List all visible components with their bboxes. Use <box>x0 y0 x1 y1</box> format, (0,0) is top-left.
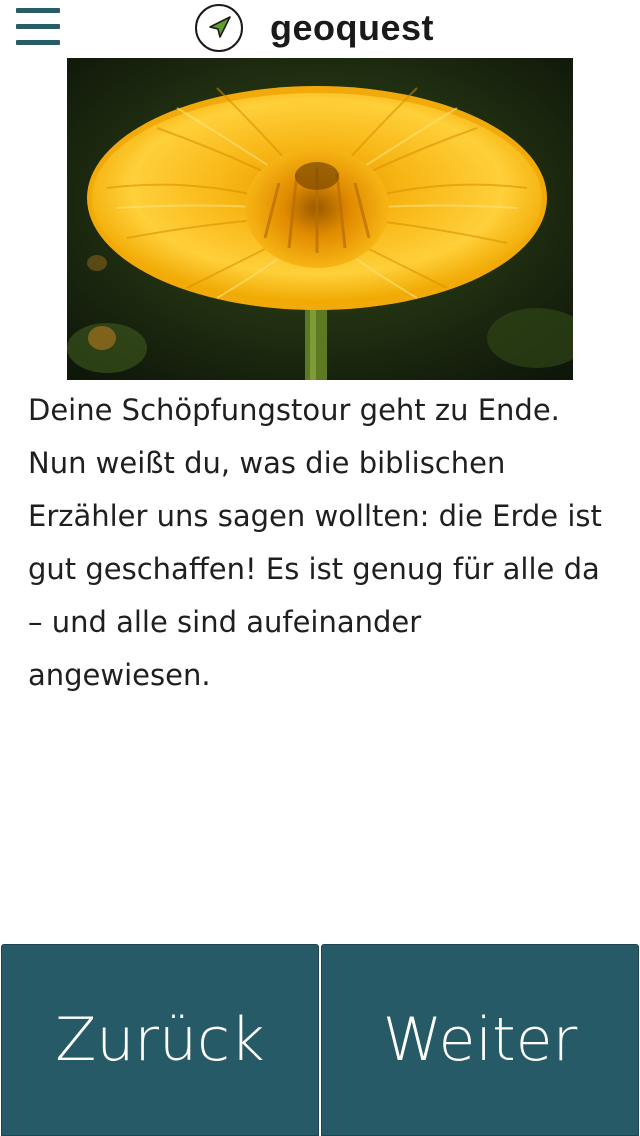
menu-bar <box>16 40 60 45</box>
screen: geoquest Deine Schöpfungstour geht zu En… <box>0 0 640 1136</box>
brand-name: geoquest <box>270 7 435 48</box>
menu-bar <box>16 24 60 29</box>
next-button[interactable]: Weiter <box>321 944 639 1136</box>
menu-bar <box>16 8 60 13</box>
app-header: geoquest <box>0 0 640 56</box>
body-text: Deine Schöpfungstour geht zu Ende. Nun w… <box>28 393 602 692</box>
back-button[interactable]: Zurück <box>1 944 319 1136</box>
hamburger-menu-icon[interactable] <box>14 6 62 50</box>
navigation-arrow-icon <box>194 3 244 53</box>
hero-image <box>67 58 573 380</box>
